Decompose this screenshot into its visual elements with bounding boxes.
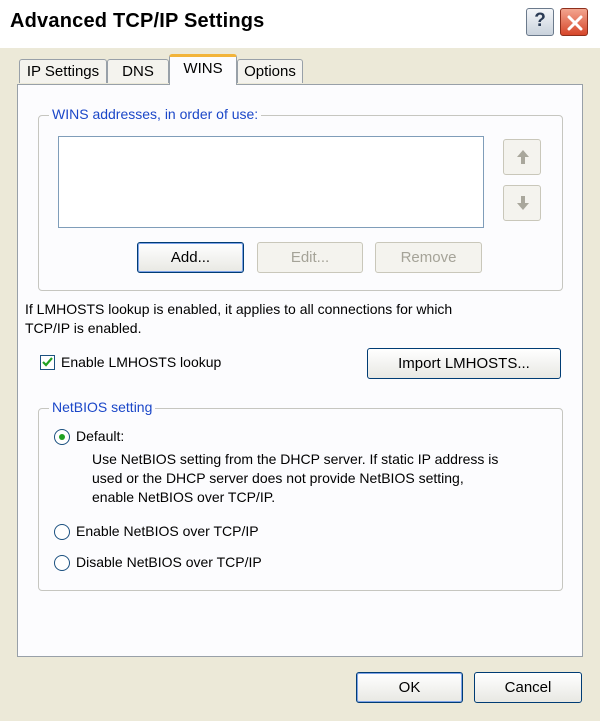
window-title: Advanced TCP/IP Settings — [10, 10, 265, 32]
edit-button[interactable]: Edit... — [257, 242, 363, 273]
netbios-default-desc-line2: used or the DHCP server does not provide… — [92, 470, 464, 486]
lmhosts-info-line1: If LMHOSTS lookup is enabled, it applies… — [25, 301, 453, 317]
move-down-button[interactable] — [503, 185, 541, 221]
disable-netbios-radio[interactable] — [54, 555, 70, 571]
netbios-default-desc-line3: enable NetBIOS over TCP/IP. — [92, 489, 276, 505]
move-up-button[interactable] — [503, 139, 541, 175]
import-lmhosts-button[interactable]: Import LMHOSTS... — [367, 348, 561, 379]
disable-netbios-label[interactable]: Disable NetBIOS over TCP/IP — [76, 553, 262, 572]
help-button[interactable]: ? — [526, 8, 554, 36]
netbios-default-desc-line1: Use NetBIOS setting from the DHCP server… — [92, 451, 499, 467]
remove-button[interactable]: Remove — [375, 242, 482, 273]
title-bar: Advanced TCP/IP Settings ? — [0, 0, 600, 48]
enable-lmhosts-checkbox[interactable] — [40, 355, 55, 370]
wins-address-list[interactable] — [58, 136, 484, 228]
netbios-default-radio[interactable] — [54, 429, 70, 445]
tab-dns[interactable]: DNS — [107, 59, 169, 83]
add-button[interactable]: Add... — [137, 242, 244, 273]
wins-addresses-group: WINS addresses, in order of use: Add... … — [38, 106, 563, 291]
enable-lmhosts-label[interactable]: Enable LMHOSTS lookup — [61, 353, 221, 372]
close-button[interactable] — [560, 8, 588, 36]
tab-wins[interactable]: WINS — [169, 54, 237, 85]
arrow-down-icon — [517, 196, 529, 210]
cancel-button[interactable]: Cancel — [474, 672, 582, 703]
radio-selected-dot — [59, 434, 65, 440]
arrow-up-icon — [517, 150, 529, 164]
tab-panel-wins: WINS addresses, in order of use: Add... … — [17, 84, 583, 657]
ok-button[interactable]: OK — [356, 672, 463, 703]
wins-group-label: WINS addresses, in order of use: — [49, 106, 262, 122]
enable-netbios-label[interactable]: Enable NetBIOS over TCP/IP — [76, 522, 259, 541]
lmhosts-info-line2: TCP/IP is enabled. — [25, 320, 142, 336]
enable-netbios-radio[interactable] — [54, 524, 70, 540]
check-icon — [42, 357, 53, 367]
tab-ip-settings[interactable]: IP Settings — [19, 59, 107, 83]
netbios-default-label[interactable]: Default: — [76, 427, 124, 446]
tab-options[interactable]: Options — [237, 59, 303, 83]
help-icon: ? — [534, 10, 546, 31]
netbios-setting-group: NetBIOS setting Default: Use NetBIOS set… — [38, 399, 563, 591]
close-icon — [567, 15, 583, 31]
netbios-group-label: NetBIOS setting — [49, 399, 156, 415]
